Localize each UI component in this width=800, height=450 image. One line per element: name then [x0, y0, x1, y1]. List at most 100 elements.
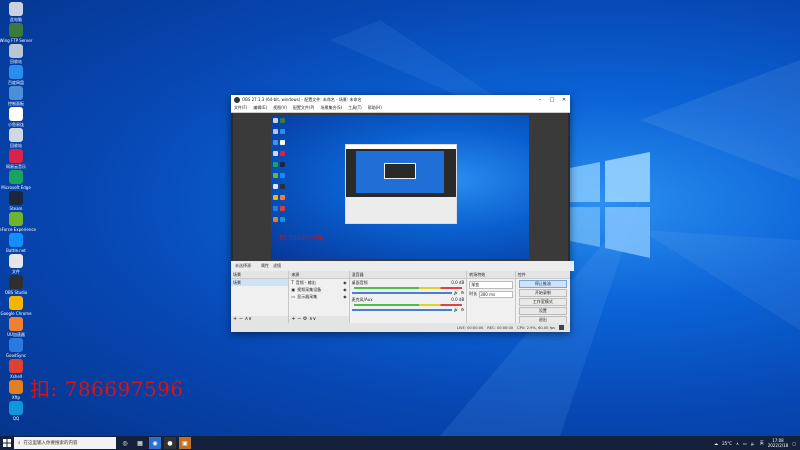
maximize-icon[interactable]: □ [546, 97, 558, 103]
tray-chevron-icon[interactable]: ∧ [736, 441, 739, 446]
clock[interactable]: 17:08 2022/2/18 [768, 438, 789, 448]
minimize-icon[interactable]: – [534, 97, 546, 103]
desktop-icon-label: Xftp [11, 395, 21, 400]
notification-icon[interactable]: ▢ [792, 441, 796, 446]
system-tray: ☁ 25°C ∧ ▭ 🔈 英 17:08 2022/2/18 ▢ [714, 436, 796, 450]
add-icon[interactable]: + [291, 316, 295, 322]
sources-dock-title: 来源 [289, 271, 349, 279]
speaker-icon[interactable]: 🔊 [454, 290, 459, 295]
obs-logo-icon [234, 96, 240, 103]
scenes-dock: 场景 场景 + − ∧∨ [231, 271, 290, 323]
source-label: 音频 - 输出 [295, 280, 316, 285]
menu-item[interactable]: 帮助(H) [368, 105, 382, 111]
filters-button[interactable]: 滤镜 [273, 263, 281, 269]
widgets-icon[interactable]: ▦ [134, 437, 146, 449]
obs-preview-canvas[interactable]: 扣: 786697596 [233, 113, 568, 261]
obs-window-title: OBS 27.1.3 (64-bit, windows) - 配置文件: 未命名… [242, 96, 362, 102]
properties-button[interactable]: 属性 [261, 263, 269, 269]
menu-item[interactable]: 工具(T) [348, 105, 362, 111]
desktop-icon-label: 网易云音乐 [6, 164, 26, 169]
search-icon: ⌕ [18, 441, 21, 446]
app-icon [9, 2, 23, 16]
volume-meter [353, 287, 463, 289]
preview-desktop-icon [273, 195, 278, 200]
menu-item[interactable]: 文件(F) [234, 105, 247, 111]
gear-icon[interactable]: ⚙ [303, 316, 307, 322]
weather-icon[interactable]: ☁ [714, 441, 718, 446]
app-taskbar-icon[interactable]: ▣ [179, 437, 191, 449]
stop-streaming-button[interactable]: 停止推流 [518, 280, 567, 288]
menu-item[interactable]: 视图(V) [273, 105, 287, 111]
volume-slider[interactable] [351, 308, 452, 311]
sources-dock: 来源 T 音频 - 输出 ◉ ▣ 视频采集设备 ◉ ▭ 显示器采集 ◉ + − ⚙ ∧∨ [289, 271, 350, 323]
eye-icon[interactable]: ◉ [343, 286, 347, 293]
remove-icon[interactable]: − [239, 316, 243, 322]
gear-icon[interactable]: ⚙ [461, 290, 465, 295]
preview-desktop-icon [280, 173, 285, 178]
app-icon [9, 254, 23, 268]
desktop-icon-label: Microsoft Edge [1, 185, 31, 190]
source-item[interactable]: T 音频 - 输出 ◉ [289, 279, 348, 286]
scene-item[interactable]: 场景 [231, 279, 289, 286]
studio-mode-button[interactable]: 工作室模式 [518, 298, 567, 306]
track-level: 0.0 dB [451, 280, 465, 285]
clock-date: 2022/2/18 [767, 443, 789, 448]
obs-taskbar-icon[interactable]: ● [164, 437, 176, 449]
menu-item[interactable]: 配置文件(P) [293, 105, 315, 111]
windows-logo-wallpaper [560, 152, 650, 258]
app-icon [9, 380, 23, 394]
track-name: 麦克风/Aux [351, 297, 373, 302]
desktop-icon-label: Battle.net [6, 248, 26, 253]
ime-language[interactable]: 英 [760, 440, 764, 446]
eye-icon[interactable]: ◉ [343, 279, 347, 286]
app-icon [9, 191, 23, 205]
network-icon[interactable]: ▭ [743, 441, 747, 446]
qq-contact-text: 扣: 786697596 [30, 377, 184, 401]
add-icon[interactable]: + [233, 316, 237, 322]
app-icon [9, 107, 23, 121]
search-placeholder: 在这里输入你要搜索的内容 [23, 441, 78, 446]
transition-select[interactable]: 渐变 [469, 281, 513, 289]
speaker-icon[interactable]: 🔊 [454, 307, 459, 312]
source-item[interactable]: ▭ 显示器采集 ◉ [289, 293, 348, 300]
preview-desktop-icon [280, 195, 285, 200]
source-item[interactable]: ▣ 视频采集设备 ◉ [289, 286, 348, 293]
preview-desktop-icon [273, 184, 278, 189]
obs-window[interactable]: OBS 27.1.3 (64-bit, windows) - 配置文件: 未命名… [231, 95, 574, 332]
move-down-icon[interactable]: ∨ [313, 316, 317, 322]
preview-desktop-icon [273, 129, 278, 134]
close-icon[interactable]: ✕ [558, 97, 570, 103]
start-recording-button[interactable]: 开始录制 [518, 289, 567, 297]
preview-desktop-icon [280, 118, 285, 123]
obs-title-bar[interactable]: OBS 27.1.3 (64-bit, windows) - 配置文件: 未命名… [231, 95, 570, 104]
app-icon-active[interactable]: ◉ [149, 437, 161, 449]
preview-desktop-icon [280, 162, 285, 167]
start-button[interactable] [0, 436, 14, 450]
remove-icon[interactable]: − [297, 316, 301, 322]
rec-status: REC: 00:00:00 [487, 325, 514, 330]
taskbar-search-box[interactable]: ⌕ 在这里输入你要搜索的内容 [14, 437, 116, 449]
stream-health-icon [559, 325, 564, 330]
desktop-icon-label: 此电脑 [10, 17, 22, 22]
desktop-icon-label: 回收站 [10, 143, 22, 148]
gear-icon[interactable]: ⚙ [461, 307, 465, 312]
desktop-icon[interactable]: QQ [3, 401, 29, 427]
desktop-icon-label: GeForce Experience [0, 227, 36, 232]
preview-desktop-icon [273, 217, 278, 222]
settings-button[interactable]: 设置 [518, 307, 567, 315]
app-icon [9, 65, 23, 79]
preview-desktop-icon [280, 129, 285, 134]
volume-icon[interactable]: 🔈 [751, 441, 756, 446]
desktop-icon-label: QQ [12, 416, 20, 421]
menu-item[interactable]: 场景集合(S) [320, 105, 342, 111]
preview-desktop-icon [273, 151, 278, 156]
weather-temp[interactable]: 25°C [722, 441, 732, 446]
eye-icon[interactable]: ◉ [343, 293, 347, 300]
preview-desktop-icon [273, 206, 278, 211]
task-view-icon[interactable]: ◎ [119, 437, 131, 449]
move-down-icon[interactable]: ∨ [248, 316, 252, 322]
source-toolbar: 未选择源 属性 滤镜 [231, 261, 574, 271]
volume-slider[interactable] [351, 291, 452, 294]
menu-item[interactable]: 编辑(E) [253, 105, 267, 111]
duration-input[interactable]: 300 ms [479, 291, 513, 298]
